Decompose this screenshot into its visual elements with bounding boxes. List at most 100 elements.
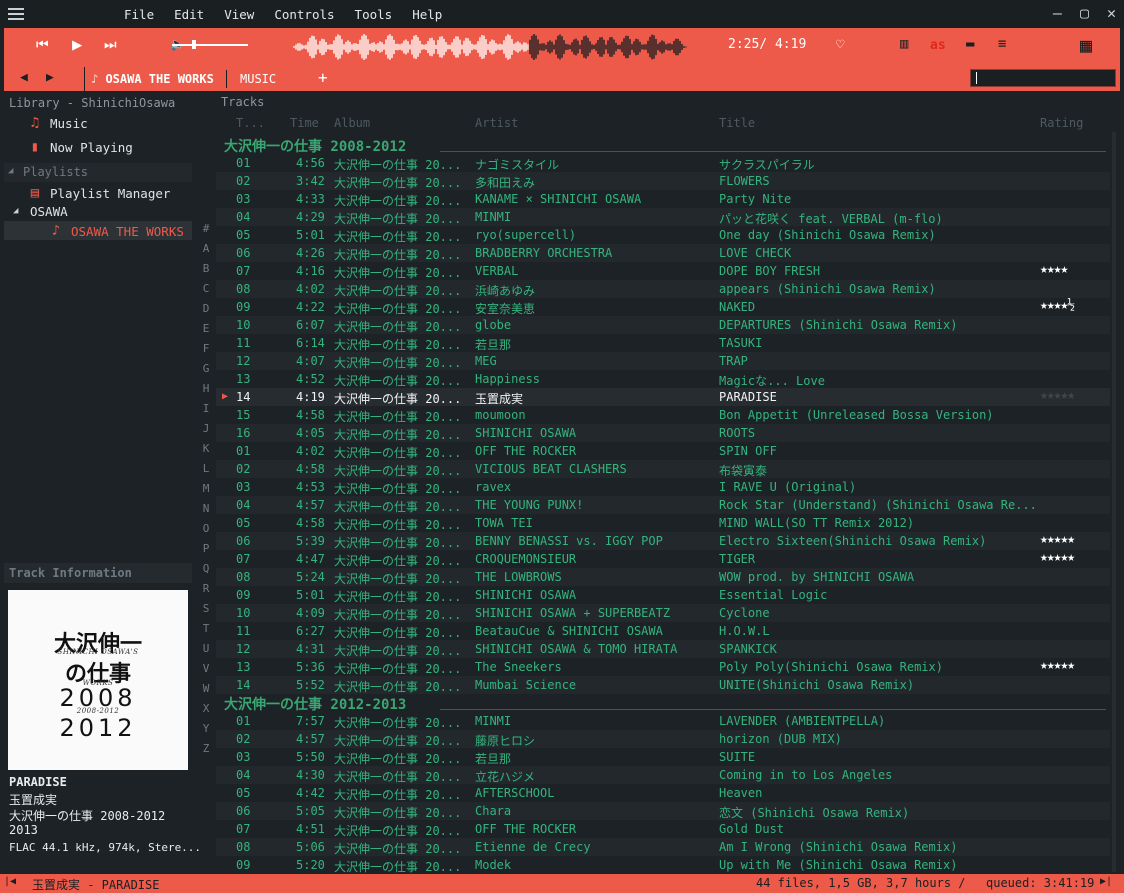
track-row[interactable]: 03 4:33 大沢伸一の仕事 20... KANAME × SHINICHI OSA…	[216, 190, 1110, 208]
track-row[interactable]: 02 4:58 大沢伸一の仕事 20... VICIOUS BEAT CLASHERS…	[216, 460, 1110, 478]
track-row[interactable]: 06 5:39 大沢伸一の仕事 20... BENNY BENASSI vs. IGG…	[216, 532, 1110, 550]
alpha-index-item[interactable]: O	[198, 522, 214, 542]
track-row[interactable]: 04 4:57 大沢伸一の仕事 20... THE YOUNG PUNX! Rock S…	[216, 496, 1110, 514]
menu-help[interactable]: Help	[402, 7, 452, 22]
alpha-index-item[interactable]: U	[198, 642, 214, 662]
folder-osawa[interactable]: OSAWA	[30, 204, 68, 219]
menu-edit[interactable]: Edit	[164, 7, 214, 22]
tab-music[interactable]: MUSIC	[240, 72, 276, 86]
alpha-index-item[interactable]: G	[198, 362, 214, 382]
menu-tools[interactable]: Tools	[345, 7, 403, 22]
expand-arrow-icon[interactable]: ◢	[13, 206, 18, 216]
track-row[interactable]: 05 4:58 大沢伸一の仕事 20... TOWA TEI MIND WALL(SO …	[216, 514, 1110, 532]
track-row[interactable]: 03 4:53 大沢伸一の仕事 20... ravex I RAVE U (Origin…	[216, 478, 1110, 496]
next-track-icon[interactable]: ⏭	[104, 37, 117, 53]
volume-slider[interactable]	[172, 44, 248, 46]
track-row[interactable]: 08 4:02 大沢伸一の仕事 20... 浜崎あゆみ appears (Shinich…	[216, 280, 1110, 298]
track-row[interactable]: 05 5:01 大沢伸一の仕事 20... ryo(supercell) One day…	[216, 226, 1110, 244]
tab-osawa-the-works[interactable]: ♪ OSAWA THE WORKS	[84, 67, 220, 91]
alpha-index-item[interactable]: D	[198, 302, 214, 322]
alpha-index-item[interactable]: I	[198, 402, 214, 422]
alpha-index-item[interactable]: M	[198, 482, 214, 502]
spectrum-icon[interactable]: ▦	[1080, 33, 1092, 57]
forward-arrow-icon[interactable]: ▶	[46, 70, 54, 85]
col-time[interactable]: Time	[290, 116, 319, 130]
col-artist[interactable]: Artist	[475, 116, 518, 130]
alpha-index-item[interactable]: K	[198, 442, 214, 462]
track-row[interactable]: 07 4:51 大沢伸一の仕事 20... OFF THE ROCKER Gold Du…	[216, 820, 1110, 838]
nav-now-playing[interactable]: ▮ Now Playing	[28, 139, 133, 155]
alpha-index-item[interactable]: Z	[198, 742, 214, 762]
nav-music[interactable]: ♫ Music	[28, 115, 88, 131]
alpha-index-item[interactable]: Q	[198, 562, 214, 582]
play-icon[interactable]: ▶	[72, 35, 82, 55]
track-row[interactable]: 02 4:57 大沢伸一の仕事 20... 藤原ヒロシ horizon (DUB MIX…	[216, 730, 1110, 748]
track-row[interactable]: 16 4:05 大沢伸一の仕事 20... SHINICHI OSAWA ROOTS	[216, 424, 1110, 442]
track-rating[interactable]: ★★★★★	[1040, 388, 1110, 403]
col-title[interactable]: Title	[719, 116, 755, 130]
track-row[interactable]: 10 6:07 大沢伸一の仕事 20... globe DEPARTURES (Shin…	[216, 316, 1110, 334]
alpha-index-item[interactable]: S	[198, 602, 214, 622]
alpha-index-item[interactable]: J	[198, 422, 214, 442]
heart-icon[interactable]: ♡	[836, 37, 844, 53]
track-row[interactable]: 11 6:27 大沢伸一の仕事 20... BeatauCue & SHINICHI …	[216, 622, 1110, 640]
col-track-no[interactable]: T...	[236, 116, 265, 130]
track-row[interactable]: 01 4:56 大沢伸一の仕事 20... ナゴミスタイル サクラスパイラル	[216, 154, 1110, 172]
alpha-index-item[interactable]: F	[198, 342, 214, 362]
collapse-arrow-icon[interactable]: ◢	[8, 166, 13, 176]
track-row[interactable]: 03 5:50 大沢伸一の仕事 20... 若旦那 SUITE	[216, 748, 1110, 766]
alpha-index-item[interactable]: T	[198, 622, 214, 642]
alpha-index-item[interactable]: R	[198, 582, 214, 602]
track-rating[interactable]: ★★★★★	[1040, 550, 1110, 565]
status-left-icon[interactable]: |◀	[4, 876, 16, 887]
volume-handle[interactable]	[192, 40, 196, 49]
col-rating[interactable]: Rating	[1040, 116, 1083, 130]
close-icon[interactable]: ✕	[1107, 4, 1116, 22]
track-row[interactable]: 15 4:58 大沢伸一の仕事 20... moumoon Bon Appetit (U…	[216, 406, 1110, 424]
track-row[interactable]: 08 5:06 大沢伸一の仕事 20... Etienne de Crecy Am I …	[216, 838, 1110, 856]
tracks-scrollbar[interactable]	[1112, 132, 1116, 872]
lastfm-icon[interactable]: as	[930, 38, 946, 53]
alpha-index-item[interactable]: W	[198, 682, 214, 702]
add-tab-button[interactable]: +	[318, 68, 328, 87]
track-row[interactable]: 04 4:29 大沢伸一の仕事 20... MINMI パッと花咲く feat. VER…	[216, 208, 1110, 226]
track-row[interactable]: 12 4:31 大沢伸一の仕事 20... SHINICHI OSAWA & TOMO…	[216, 640, 1110, 658]
playlist-osawa-the-works[interactable]: ♪ OSAWA THE WORKS	[49, 223, 184, 239]
track-row[interactable]: 08 5:24 大沢伸一の仕事 20... THE LOWBROWS WOW prod.…	[216, 568, 1110, 586]
search-input[interactable]	[970, 69, 1116, 87]
playlist-mode-icon[interactable]: ≡	[998, 36, 1006, 52]
track-row[interactable]: 12 4:07 大沢伸一の仕事 20... MEG TRAP	[216, 352, 1110, 370]
alpha-index-item[interactable]: P	[198, 542, 214, 562]
hamburger-menu-icon[interactable]	[8, 8, 24, 20]
track-rating[interactable]: ★★★★½	[1040, 298, 1110, 313]
track-row[interactable]: 13 5:36 大沢伸一の仕事 20... The Sneekers Poly Poly…	[216, 658, 1110, 676]
minimize-icon[interactable]: —	[1053, 4, 1062, 22]
alpha-index-item[interactable]: A	[198, 242, 214, 262]
track-row[interactable]: 10 4:09 大沢伸一の仕事 20... SHINICHI OSAWA + SUPE…	[216, 604, 1110, 622]
alpha-index-item[interactable]: C	[198, 282, 214, 302]
track-row[interactable]: 13 4:52 大沢伸一の仕事 20... Happiness Magicな... Lo…	[216, 370, 1110, 388]
menu-view[interactable]: View	[214, 7, 264, 22]
track-row[interactable]: 14 5:52 大沢伸一の仕事 20... Mumbai Science UNITE(S…	[216, 676, 1110, 694]
back-arrow-icon[interactable]: ◀	[20, 70, 28, 85]
track-row[interactable]: 06 4:26 大沢伸一の仕事 20... BRADBERRY ORCHESTRA LO…	[216, 244, 1110, 262]
track-row[interactable]: 09 5:20 大沢伸一の仕事 20... Modek Up with Me (Shin…	[216, 856, 1110, 874]
track-rating[interactable]: ★★★★★	[1040, 658, 1110, 673]
alpha-index-item[interactable]: H	[198, 382, 214, 402]
alpha-index-item[interactable]: Y	[198, 722, 214, 742]
status-right-icon[interactable]: ▶|	[1100, 876, 1112, 887]
track-row[interactable]: 07 4:16 大沢伸一の仕事 20... VERBAL DOPE BOY FRESH ★…	[216, 262, 1110, 280]
alpha-index-item[interactable]: #	[198, 222, 214, 242]
track-row[interactable]: 04 4:30 大沢伸一の仕事 20... 立花ハジメ Coming in to Los…	[216, 766, 1110, 784]
alpha-index-item[interactable]: X	[198, 702, 214, 722]
alpha-index-item[interactable]: B	[198, 262, 214, 282]
previous-track-icon[interactable]: ⏮	[36, 37, 49, 53]
track-row[interactable]: 02 3:42 大沢伸一の仕事 20... 多和田えみ FLOWERS	[216, 172, 1110, 190]
alpha-index-item[interactable]: L	[198, 462, 214, 482]
mini-mode-icon[interactable]: ▬	[966, 36, 974, 52]
menu-file[interactable]: File	[114, 7, 164, 22]
equalizer-icon[interactable]: ▥	[900, 36, 908, 52]
waveform-seekbar[interactable]	[292, 32, 688, 62]
track-row[interactable]: 09 5:01 大沢伸一の仕事 20... SHINICHI OSAWA Essenti…	[216, 586, 1110, 604]
track-rating[interactable]: ★★★★★	[1040, 532, 1110, 547]
